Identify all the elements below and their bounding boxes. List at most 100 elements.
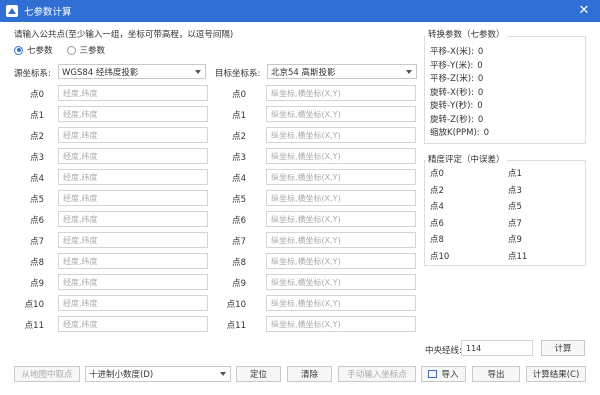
target-point-label: 点3 (232, 153, 246, 163)
source-point-label: 点2 (30, 132, 44, 142)
target-point-input[interactable]: 纵坐标,横坐标(X,Y) (266, 232, 416, 248)
target-point-label: 点9 (232, 279, 246, 289)
source-point-label: 点11 (24, 321, 44, 331)
source-point-label: 点3 (30, 153, 44, 163)
source-point-label: 点10 (24, 300, 44, 310)
source-point-input[interactable]: 经度,纬度 (58, 274, 208, 290)
chevron-down-icon (406, 70, 412, 74)
source-point-input[interactable]: 经度,纬度 (58, 316, 208, 332)
clear-button[interactable]: 清除 (287, 366, 332, 382)
source-point-input[interactable]: 经度,纬度 (58, 85, 208, 101)
param-row: 旋转-Z(秒): 0 (430, 113, 483, 125)
target-point-label: 点0 (232, 90, 246, 100)
target-crs-select[interactable]: 北京54 高斯投影 (267, 64, 417, 79)
source-point-input[interactable]: 经度,纬度 (58, 295, 208, 311)
param-row: 缩放K(PPM): 0 (430, 126, 489, 138)
accuracy-item: 点10 (430, 251, 450, 262)
import-icon (428, 370, 438, 378)
param-label: 平移-Z(米): (430, 74, 474, 84)
target-point-label: 点4 (232, 174, 246, 184)
export-button[interactable]: 导出 (472, 366, 520, 382)
format-value: 十进制小数度(D) (89, 370, 154, 380)
source-point-input[interactable]: 经度,纬度 (58, 190, 208, 206)
accuracy-item: 点0 (430, 169, 444, 179)
source-point-label: 点7 (30, 237, 44, 247)
close-icon[interactable]: ✕ (576, 3, 592, 19)
param-row: 平移-Z(米): 0 (430, 72, 483, 84)
param-label: 旋转-Z(秒): (430, 114, 474, 125)
accuracy-item: 点2 (430, 185, 444, 196)
calculate-button[interactable]: 计算 (541, 340, 585, 356)
source-point-input[interactable]: 经度,纬度 (58, 169, 208, 185)
radio-three-params[interactable] (66, 45, 76, 55)
param-row: 旋转-Y(秒): 0 (430, 99, 483, 111)
param-row: 平移-Y(米): 0 (430, 59, 483, 71)
param-value: 0 (477, 60, 483, 71)
manual-input-button[interactable]: 手动输入坐标点 (338, 366, 416, 382)
accuracy-item: 点9 (508, 235, 522, 245)
source-point-input[interactable]: 经度,纬度 (58, 253, 208, 269)
source-point-label: 点5 (30, 195, 44, 205)
source-point-input[interactable]: 经度,纬度 (58, 232, 208, 248)
meridian-label: 中央经线: (425, 346, 462, 356)
target-point-label: 点1 (232, 111, 246, 121)
param-value: 0 (477, 47, 484, 57)
radio-seven-params[interactable] (14, 45, 23, 55)
source-point-label: 点1 (30, 111, 44, 121)
source-crs-label: 源坐标系: (14, 69, 51, 79)
accuracy-item: 点8 (430, 235, 444, 245)
pick-from-map-button[interactable]: 从地图中取点 (14, 366, 80, 382)
target-point-input[interactable]: 纵坐标,横坐标(X,Y) (266, 274, 416, 290)
param-value: 0 (477, 87, 484, 98)
chevron-down-icon (195, 70, 201, 74)
accuracy-title: 精度评定（中误差） (426, 153, 507, 165)
source-point-label: 点8 (30, 258, 44, 268)
source-point-input[interactable]: 经度,纬度 (58, 148, 208, 164)
target-point-input[interactable]: 纵坐标,横坐标(X,Y) (266, 169, 416, 185)
source-point-label: 点0 (30, 90, 44, 100)
source-point-input[interactable]: 经度,纬度 (58, 127, 208, 143)
target-point-input[interactable]: 纵坐标,横坐标(X,Y) (266, 106, 416, 122)
accuracy-item: 点5 (508, 202, 522, 212)
import-button[interactable]: 导入 (421, 366, 466, 382)
radio-label-seven: 七参数 (27, 46, 53, 56)
target-point-input[interactable]: 纵坐标,横坐标(X,Y) (266, 85, 416, 101)
accuracy-item: 点7 (508, 218, 522, 229)
param-label: 平移-Y(米): (430, 60, 474, 71)
target-point-input[interactable]: 纵坐标,横坐标(X,Y) (266, 190, 416, 206)
target-point-input[interactable]: 纵坐标,横坐标(X,Y) (266, 148, 416, 164)
target-point-input[interactable]: 纵坐标,横坐标(X,Y) (266, 211, 416, 227)
params-title: 转换参数（七参数） (426, 28, 507, 40)
mode-radio-group: 七参数 三参数 (14, 44, 115, 56)
param-label: 旋转-X(秒): (430, 87, 474, 98)
target-point-input[interactable]: 纵坐标,横坐标(X,Y) (266, 253, 416, 269)
import-label: 导入 (441, 370, 459, 380)
app-icon (6, 5, 18, 17)
param-label: 缩放K(PPM): (430, 128, 480, 138)
target-point-label: 点10 (226, 300, 246, 310)
source-point-input[interactable]: 经度,纬度 (58, 211, 208, 227)
param-row: 平移-X(米): 0 (430, 45, 483, 57)
target-point-label: 点2 (232, 132, 246, 142)
source-point-label: 点6 (30, 216, 44, 226)
source-point-label: 点9 (30, 279, 44, 289)
source-point-input[interactable]: 经度,纬度 (58, 106, 208, 122)
window-title: 七参数计算 (24, 7, 72, 18)
target-point-input[interactable]: 纵坐标,横坐标(X,Y) (266, 316, 416, 332)
locate-button[interactable]: 定位 (236, 366, 281, 382)
accuracy-item: 点4 (430, 202, 444, 212)
param-label: 平移-X(米): (430, 47, 474, 57)
target-point-input[interactable]: 纵坐标,横坐标(X,Y) (266, 295, 416, 311)
param-value: 0 (483, 128, 490, 138)
accuracy-item: 点1 (508, 169, 522, 179)
target-point-input[interactable]: 纵坐标,横坐标(X,Y) (266, 127, 416, 143)
format-select[interactable]: 十进制小数度(D) (85, 366, 231, 382)
meridian-input[interactable]: 114 (461, 340, 533, 356)
save-result-button[interactable]: 计算结果(C) (526, 366, 586, 382)
param-value: 0 (477, 74, 484, 84)
target-point-label: 点7 (232, 237, 246, 247)
param-label: 旋转-Y(秒): (430, 101, 474, 111)
target-point-label: 点11 (226, 321, 246, 331)
source-crs-select[interactable]: WGS84 经纬度投影 (58, 64, 206, 79)
param-value: 0 (477, 114, 484, 125)
